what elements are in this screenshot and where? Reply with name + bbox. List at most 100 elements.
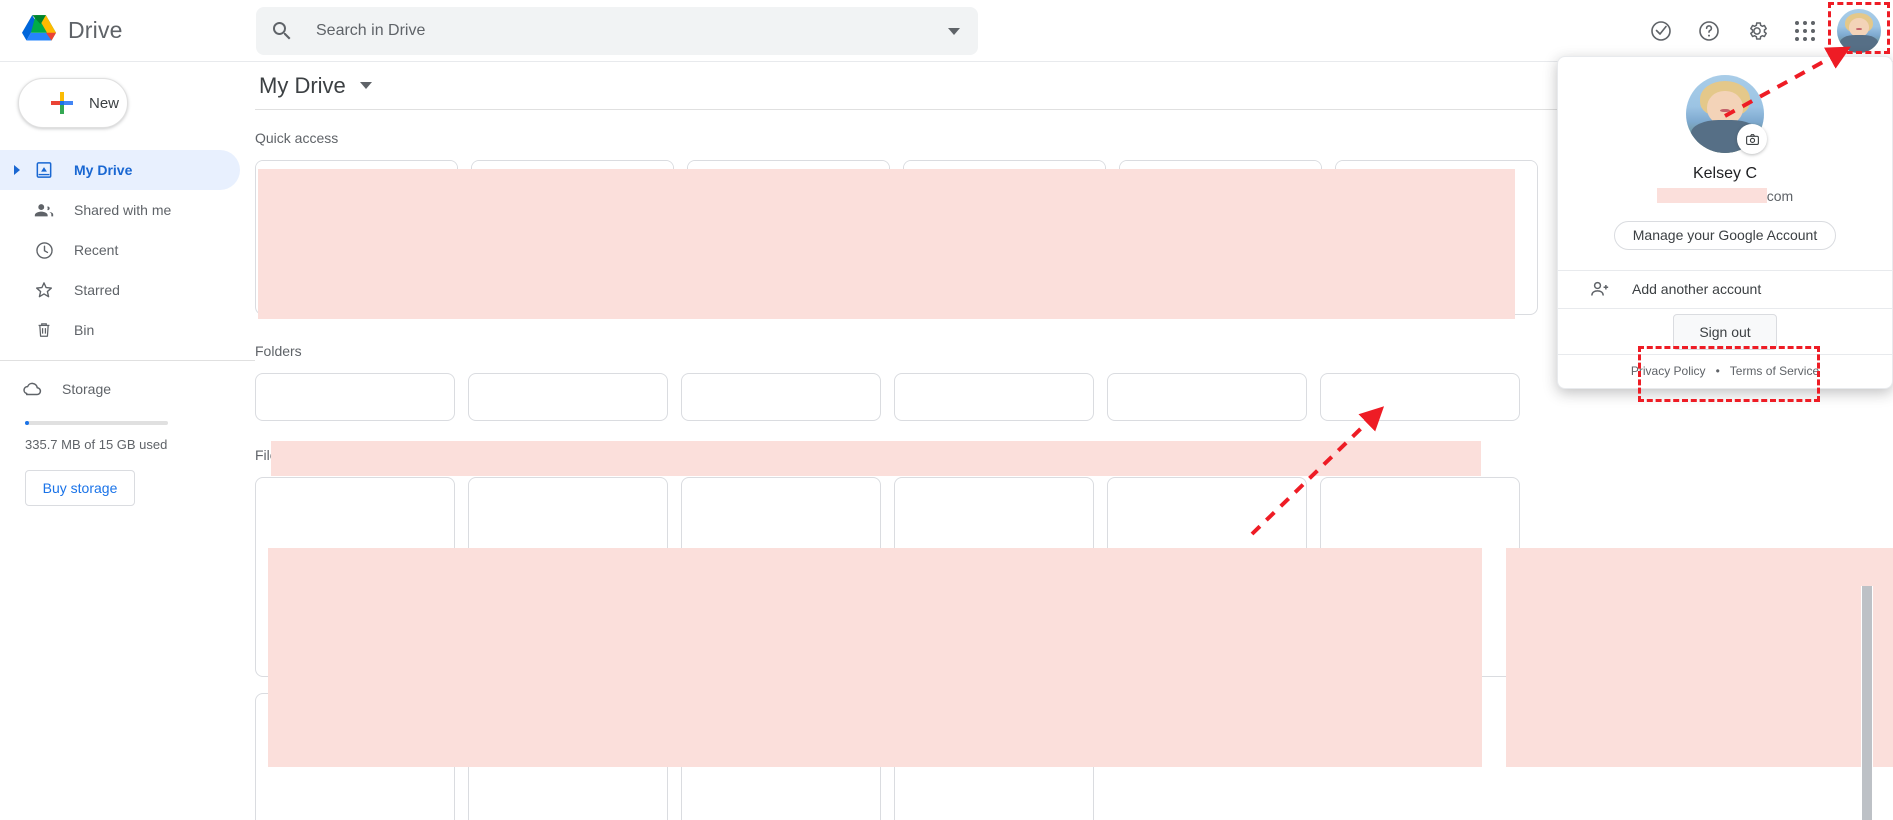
card-thumbnail xyxy=(688,161,889,278)
file-card[interactable] xyxy=(894,477,1094,677)
file-card[interactable] xyxy=(1320,477,1520,677)
privacy-policy-link[interactable]: Privacy Policy xyxy=(1631,364,1706,378)
sidebar-item-label: My Drive xyxy=(74,162,133,178)
file-card[interactable] xyxy=(468,693,668,820)
account-avatar-wrapper xyxy=(1686,75,1767,154)
file-card[interactable] xyxy=(681,693,881,820)
folder-card[interactable] xyxy=(255,373,455,421)
sidebar-item-bin[interactable]: Bin xyxy=(0,310,240,350)
file-card[interactable] xyxy=(894,693,1094,820)
google-drive-logo xyxy=(20,11,58,50)
search-input[interactable] xyxy=(316,22,948,40)
sign-out-zone: Sign out xyxy=(1558,309,1892,354)
quick-access-card[interactable]: You uploaded in the past year xyxy=(255,160,458,315)
card-caption xyxy=(1336,278,1537,314)
quick-access-card[interactable]: You uploaded in the past year xyxy=(687,160,890,315)
card-thumbnail xyxy=(1336,161,1537,278)
expand-triangle-icon[interactable] xyxy=(14,165,20,175)
scrollbar-thumb[interactable] xyxy=(1862,586,1872,820)
account-avatar-button[interactable] xyxy=(1837,9,1881,53)
breadcrumb-chevron-down-icon[interactable] xyxy=(359,82,372,89)
search-bar[interactable] xyxy=(256,7,978,55)
person-add-icon xyxy=(1588,277,1612,301)
email-redaction xyxy=(1656,188,1767,203)
new-button-label: New xyxy=(89,94,120,112)
settings-gear-icon[interactable] xyxy=(1733,7,1781,55)
search-options-chevron-down-icon[interactable] xyxy=(948,27,960,35)
breadcrumb-label: My Drive xyxy=(259,72,346,98)
sign-out-button[interactable]: Sign out xyxy=(1673,313,1777,350)
storage-usage-text: 335.7 MB of 15 GB used xyxy=(25,437,168,452)
card-caption: You uploaded in the past year xyxy=(702,288,874,304)
manage-google-account-button[interactable]: Manage your Google Account xyxy=(1613,221,1837,250)
sidebar-item-storage[interactable]: Storage xyxy=(0,369,255,409)
account-popup: Kelsey C com Manage your Google Account … xyxy=(1557,56,1893,389)
camera-icon[interactable] xyxy=(1737,124,1767,154)
app-header: Drive xyxy=(0,0,1893,62)
support-check-icon[interactable] xyxy=(1637,7,1685,55)
new-button[interactable]: New xyxy=(18,78,128,128)
sidebar-item-starred[interactable]: Starred xyxy=(0,270,240,310)
content-scrollbar[interactable] xyxy=(1861,586,1873,820)
avatar xyxy=(1837,9,1881,53)
card-thumbnail xyxy=(256,161,457,278)
sidebar-item-label: Bin xyxy=(74,322,95,338)
sidebar: New My Drive Shared with me Recent Starr… xyxy=(0,62,255,820)
file-card[interactable] xyxy=(681,477,881,677)
files-row xyxy=(255,477,1893,677)
sidebar-item-recent[interactable]: Recent xyxy=(0,230,240,270)
folder-card[interactable] xyxy=(681,373,881,421)
brand: Drive xyxy=(0,11,255,50)
search-icon xyxy=(270,19,294,43)
breadcrumb[interactable]: My Drive xyxy=(259,73,372,99)
card-thumbnail xyxy=(472,161,673,278)
plus-icon xyxy=(49,90,75,116)
clock-icon xyxy=(32,238,56,262)
quick-access-card[interactable]: You uploaded in the past year xyxy=(471,160,674,315)
card-caption: You uploaded in the past year xyxy=(918,288,1090,304)
file-card[interactable] xyxy=(1107,477,1307,677)
cloud-icon xyxy=(20,377,44,401)
buy-storage-button[interactable]: Buy storage xyxy=(25,470,135,506)
terms-of-service-link[interactable]: Terms of Service xyxy=(1730,364,1819,378)
sidebar-divider xyxy=(0,360,255,361)
file-card[interactable] xyxy=(468,477,668,677)
files-row-second xyxy=(255,693,1893,820)
folder-card[interactable] xyxy=(894,373,1094,421)
card-thumbnail xyxy=(904,161,1105,278)
sidebar-item-label: Storage xyxy=(62,381,112,397)
my-drive-icon xyxy=(32,158,56,182)
quick-access-card[interactable]: You uploaded in the past year xyxy=(903,160,1106,315)
folder-card[interactable] xyxy=(1320,373,1520,421)
sidebar-item-my-drive[interactable]: My Drive xyxy=(0,150,240,190)
help-icon[interactable] xyxy=(1685,7,1733,55)
card-caption: You uploaded in the past year xyxy=(1134,288,1306,304)
sidebar-nav: My Drive Shared with me Recent Starred B… xyxy=(0,150,255,350)
folder-card[interactable] xyxy=(468,373,668,421)
quick-access-card[interactable] xyxy=(1335,160,1538,315)
star-icon xyxy=(32,278,56,302)
email-suffix: com xyxy=(1766,188,1794,204)
add-another-account-item[interactable]: Add another account xyxy=(1558,271,1892,309)
header-actions xyxy=(1637,0,1883,62)
file-card[interactable] xyxy=(255,477,455,677)
popup-footer: Privacy Policy • Terms of Service xyxy=(1558,355,1892,388)
account-email: com xyxy=(1656,188,1794,204)
add-another-account-label: Add another account xyxy=(1632,281,1762,298)
card-caption: You uploaded in the past year xyxy=(270,288,442,304)
sidebar-item-label: Starred xyxy=(74,282,120,298)
file-card[interactable] xyxy=(255,693,455,820)
sidebar-item-label: Recent xyxy=(74,242,119,258)
google-drive-page: Drive Search in Drive New My Drive Share… xyxy=(0,0,1893,820)
quick-access-card[interactable]: You uploaded in the past year xyxy=(1119,160,1322,315)
storage-progress-bar xyxy=(25,421,168,425)
google-apps-grid-icon[interactable] xyxy=(1781,7,1829,55)
files-title: Files xyxy=(255,447,285,463)
brand-title: Drive xyxy=(68,17,123,43)
sidebar-item-label: Shared with me xyxy=(74,202,172,218)
footer-separator: • xyxy=(1715,364,1720,379)
sidebar-item-shared-with-me[interactable]: Shared with me xyxy=(0,190,240,230)
trash-icon xyxy=(32,318,56,342)
folder-card[interactable] xyxy=(1107,373,1307,421)
account-name: Kelsey C xyxy=(1692,165,1758,182)
